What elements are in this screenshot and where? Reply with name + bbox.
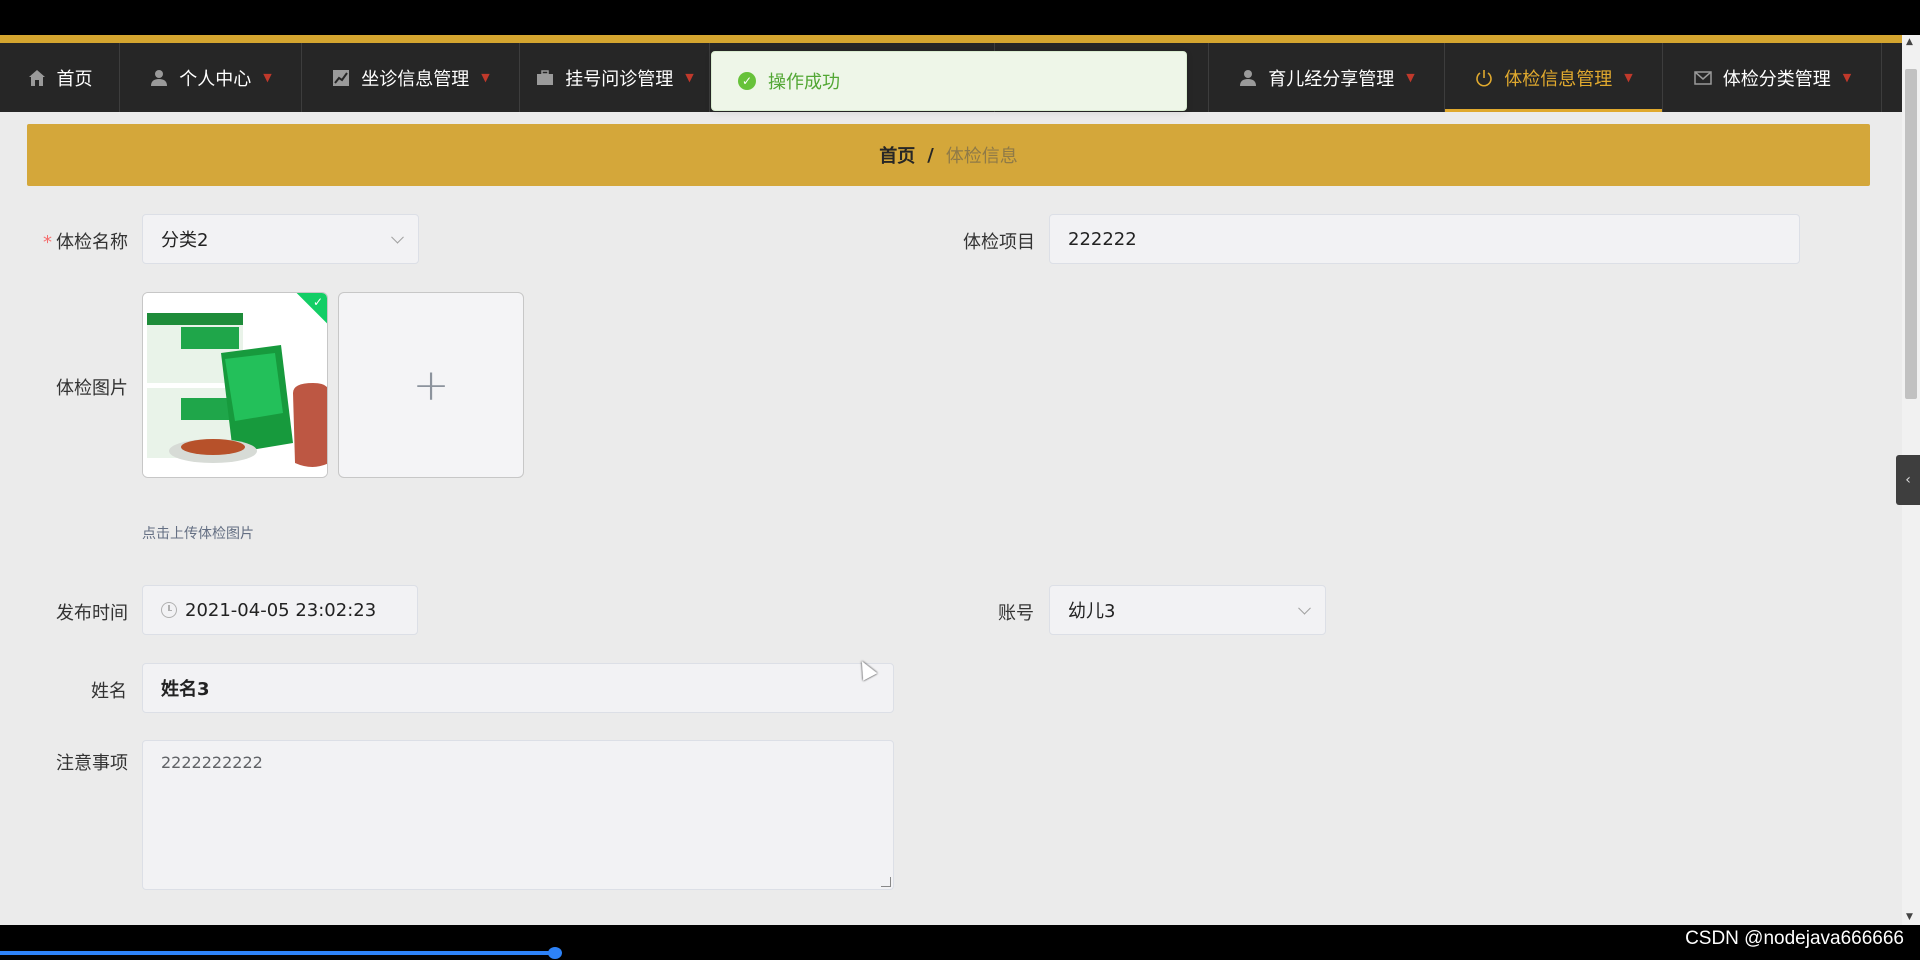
checkup-project-label: 体检项目 [963,232,1035,253]
notes-textarea[interactable]: 2222222222 [142,740,894,890]
chevron-down-icon: ▼ [1842,71,1852,84]
nav-item-personal-center[interactable]: 个人中心 ▼ [120,43,302,112]
account-select[interactable]: 幼儿3 [1049,585,1326,635]
breadcrumb-current: 体检信息 [945,146,1018,167]
check-circle-icon: ✓ [738,72,756,90]
checkup-name-label-text: 体检名称 [56,232,128,253]
chevron-left-icon: ‹ [1905,472,1911,488]
user-icon [1238,68,1258,88]
fullname-value: 姓名3 [161,679,210,700]
success-toast: ✓ 操作成功 [711,51,1187,111]
video-progress-bar[interactable] [0,951,556,955]
chevron-down-icon: ▼ [1624,71,1633,84]
checkup-name-value: 分类2 [161,230,209,251]
page-viewport: 首页 个人中心 ▼ 坐诊信息管理 ▼ 挂号问诊管理 ▼ 育儿经分享管理 ▼ 体检… [0,43,1902,925]
nav-item-consult-info[interactable]: 坐诊信息管理 ▼ [302,43,520,112]
toast-message: 操作成功 [768,72,840,93]
watermark: CSDN @nodejava666666 [1685,928,1904,949]
nav-item-checkup-info[interactable]: 体检信息管理 ▼ [1445,43,1663,112]
notes-label: 注意事项 [56,753,128,774]
scroll-up-icon[interactable]: ▲ [1906,37,1913,47]
nav-label: 个人中心 [179,68,252,90]
nav-label: 育儿经分享管理 [1268,68,1395,90]
publish-time-label: 发布时间 [56,603,128,624]
upload-hint: 点击上传体检图片 [142,526,254,542]
breadcrumb: 首页 / 体检信息 [27,124,1870,186]
nav-label: 体检分类管理 [1722,68,1831,90]
chevron-down-icon [391,230,404,244]
fullname-label: 姓名 [91,681,127,702]
chevron-down-icon: ▼ [1406,71,1415,84]
checkup-name-select[interactable]: 分类2 [142,214,419,264]
power-icon [1474,68,1494,88]
upload-image-button[interactable]: + [338,292,524,478]
publish-time-picker[interactable]: 2021-04-05 23:02:23 [142,585,418,635]
required-mark: * [43,232,52,253]
publish-time-value: 2021-04-05 23:02:23 [185,599,377,621]
uploaded-image-thumbnail[interactable]: ✓ [142,292,328,478]
scrollbar-thumb[interactable] [1905,69,1917,399]
mail-icon [1693,68,1713,88]
medicine-box-image [143,293,327,477]
fullname-input[interactable]: 姓名3 [142,663,894,713]
nav-label: 首页 [56,68,93,90]
clock-icon [161,602,177,618]
breadcrumb-separator: / [927,144,934,166]
nav-label: 体检信息管理 [1504,68,1613,90]
nav-item-home[interactable]: 首页 [0,43,120,112]
resize-handle-icon[interactable] [881,877,891,887]
user-icon [149,68,169,88]
checkup-image-label: 体检图片 [56,378,128,399]
scroll-down-icon[interactable]: ▼ [1906,912,1913,922]
account-label: 账号 [998,603,1034,624]
nav-label: 挂号问诊管理 [565,68,674,90]
header-accent-stripe [0,35,1902,43]
checkup-name-label: * 体检名称 [43,228,128,254]
screen-top-bar [0,0,1920,35]
notes-value: 2222222222 [161,753,263,772]
chevron-down-icon [1298,601,1311,615]
nav-item-parenting-share[interactable]: 育儿经分享管理 ▼ [1209,43,1445,112]
breadcrumb-home[interactable]: 首页 [879,142,915,168]
check-icon: ✓ [312,295,323,309]
checkup-project-value: 222222 [1068,228,1137,250]
progress-handle[interactable] [548,947,562,959]
side-panel-toggle[interactable]: ‹ [1896,455,1920,505]
chevron-down-icon: ▼ [481,71,490,84]
plus-icon: + [412,359,450,411]
nav-item-checkup-category[interactable]: 体检分类管理 ▼ [1663,43,1882,112]
checkup-project-input[interactable]: 222222 [1049,214,1800,264]
account-value: 幼儿3 [1068,601,1116,622]
nav-label: 坐诊信息管理 [361,68,470,90]
briefcase-icon [535,68,555,88]
nav-item-registration[interactable]: 挂号问诊管理 ▼ [520,43,710,112]
home-icon [27,68,47,88]
chevron-down-icon: ▼ [685,71,694,84]
chart-icon [331,68,351,88]
chevron-down-icon: ▼ [263,71,272,84]
